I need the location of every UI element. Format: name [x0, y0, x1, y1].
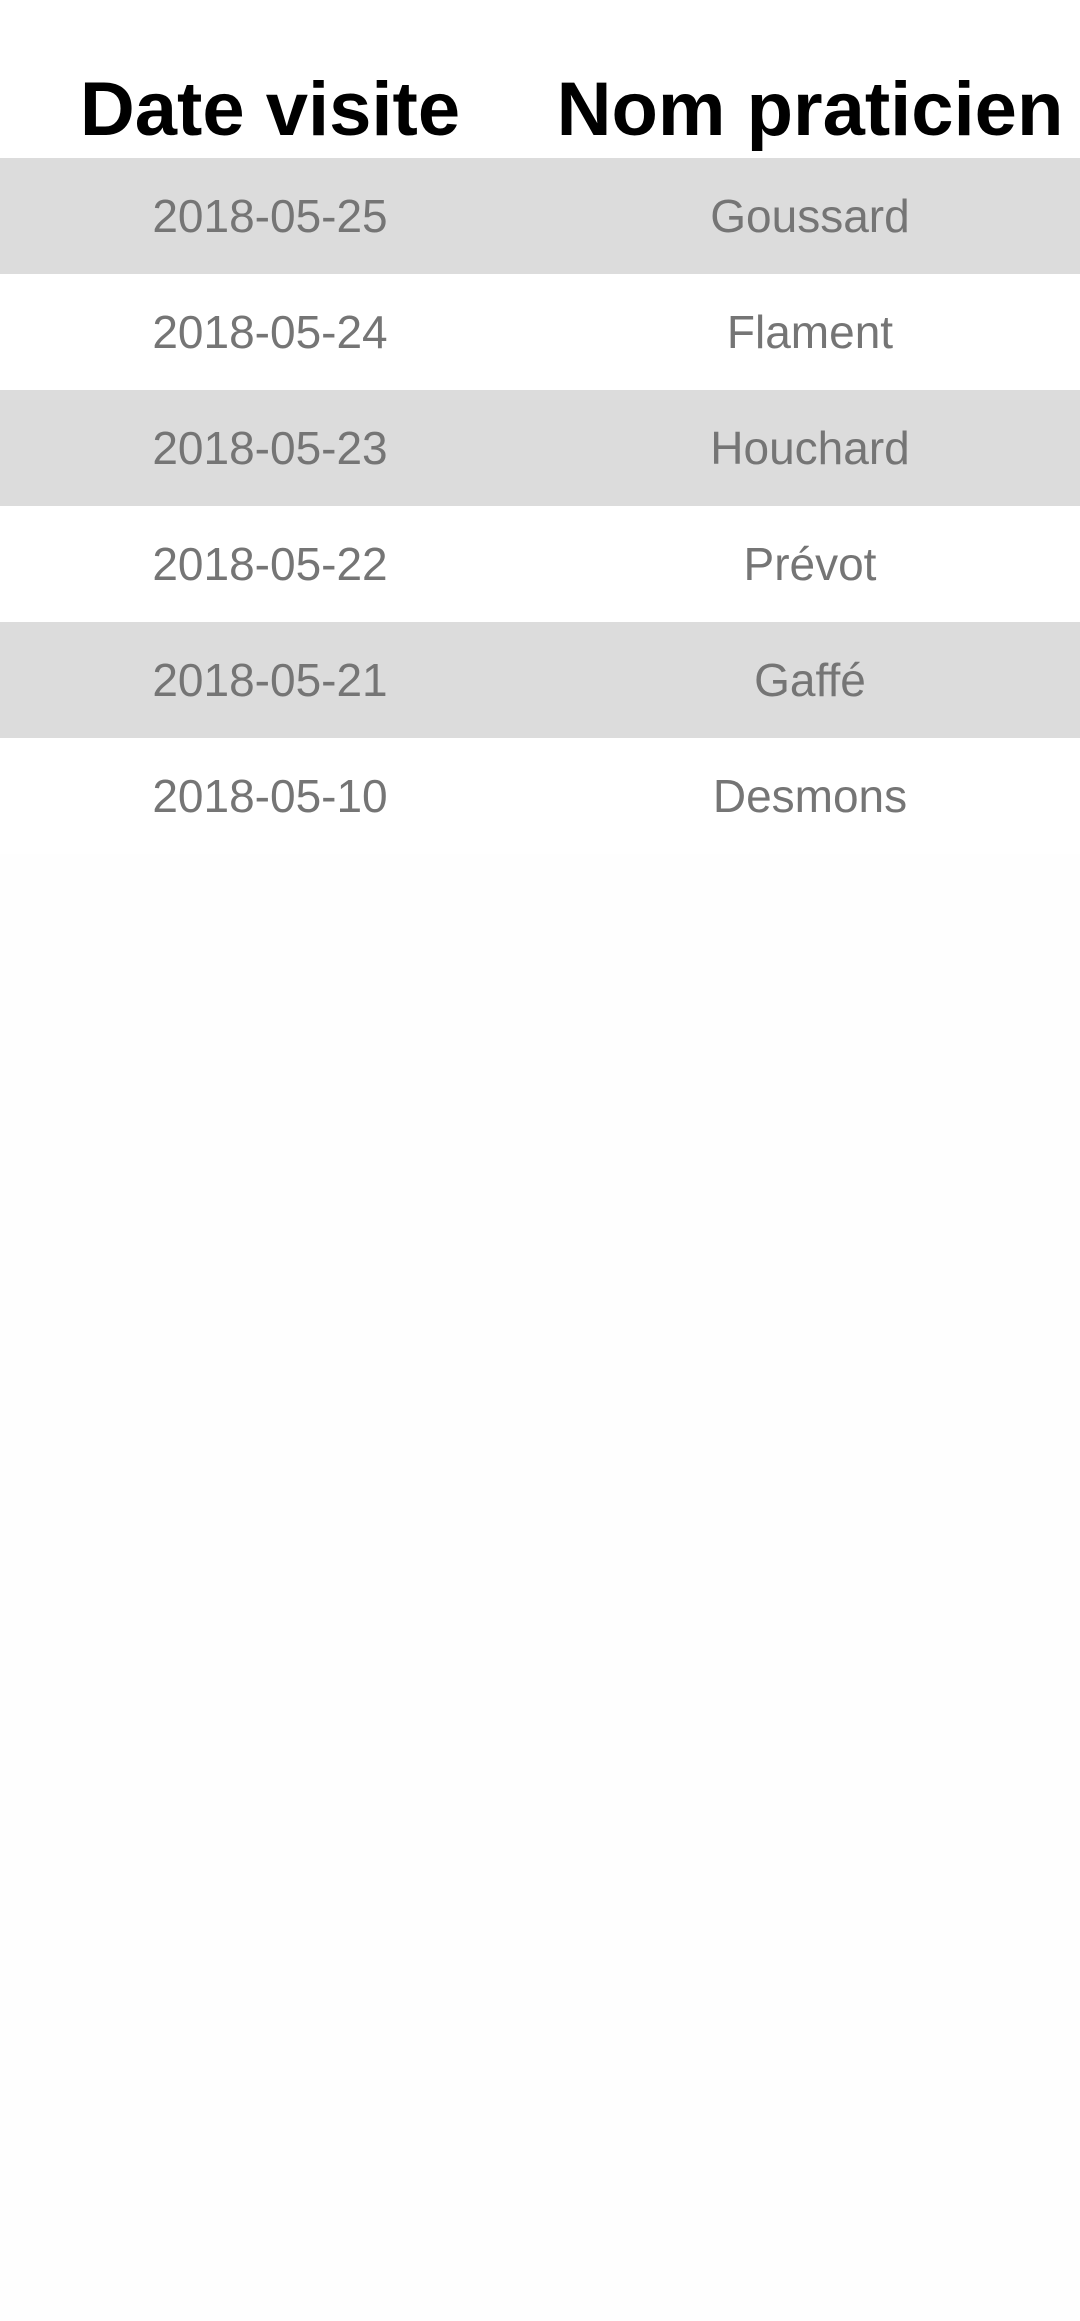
visit-date-cell: 2018-05-21 [152, 654, 388, 706]
practitioner-name-cell: Houchard [710, 422, 910, 474]
table-row[interactable]: 2018-05-23 Houchard [0, 390, 1080, 506]
table-row[interactable]: 2018-05-10 Desmons [0, 738, 1080, 854]
practitioner-name-cell: Gaffé [754, 654, 866, 706]
table-row[interactable]: 2018-05-22 Prévot [0, 506, 1080, 622]
practitioner-name-cell: Goussard [710, 190, 910, 242]
table-row[interactable]: 2018-05-25 Goussard [0, 158, 1080, 274]
header-nom-praticien: Nom praticien [556, 67, 1064, 152]
practitioner-name-cell: Desmons [712, 770, 908, 822]
visit-date-cell: 2018-05-10 [152, 770, 388, 822]
table-row[interactable]: 2018-05-24 Flament [0, 274, 1080, 390]
table-header-row: Date visite Nom praticien [0, 0, 1080, 158]
visit-date-cell: 2018-05-25 [152, 190, 388, 242]
visit-date-cell: 2018-05-22 [152, 538, 388, 590]
header-date-visite: Date visite [79, 67, 461, 152]
visits-table: Date visite Nom praticien 2018-05-25 Gou… [0, 0, 1080, 854]
table-row[interactable]: 2018-05-21 Gaffé [0, 622, 1080, 738]
visit-date-cell: 2018-05-24 [152, 306, 388, 358]
practitioner-name-cell: Flament [726, 306, 894, 358]
practitioner-name-cell: Prévot [743, 538, 877, 590]
visit-date-cell: 2018-05-23 [152, 422, 388, 474]
